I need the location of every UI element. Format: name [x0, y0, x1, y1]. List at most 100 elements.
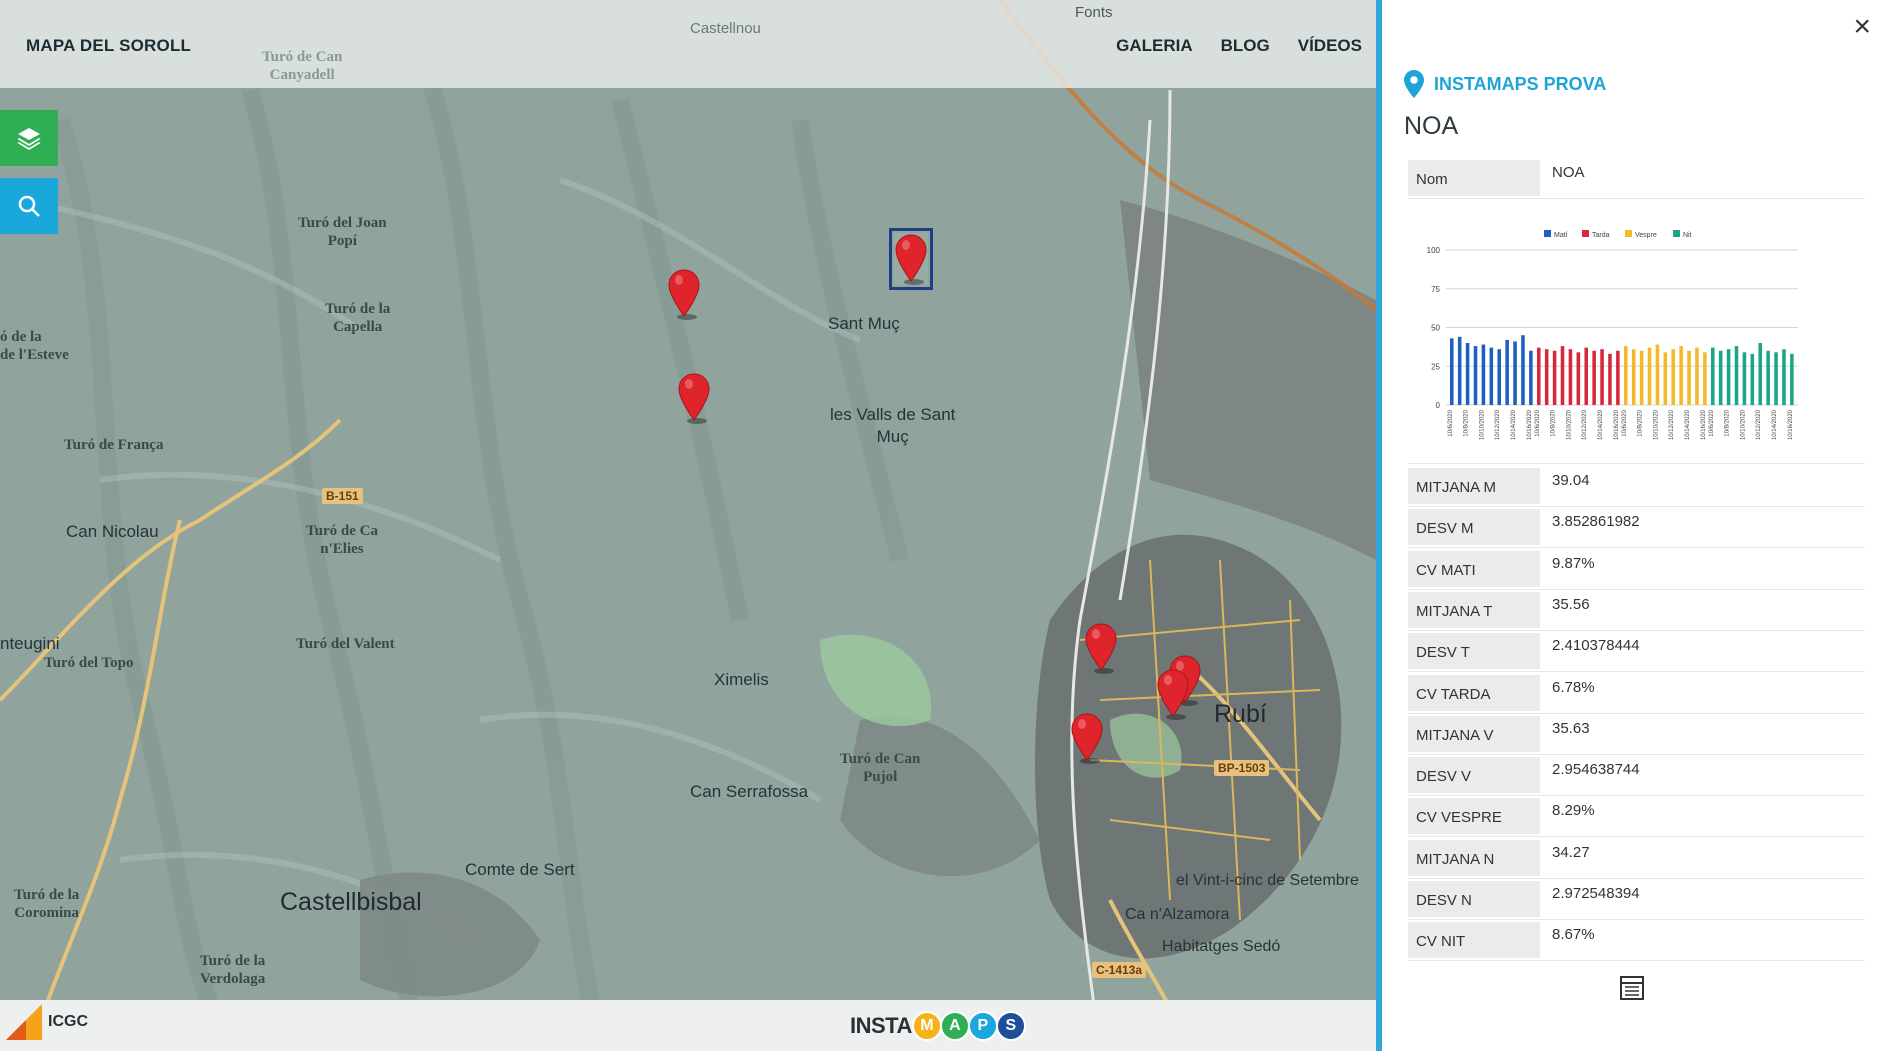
place-label: Turó de Ca n'Elies	[306, 523, 378, 557]
map-marker-icon	[668, 269, 700, 320]
chart-x-tick-label: 10/14/2020	[1598, 409, 1604, 440]
chart-bar	[1537, 347, 1541, 405]
stat-row: CV MATI 9.87%	[1408, 549, 1865, 590]
place-label: Rubí	[1214, 700, 1267, 728]
stat-row: CV TARDA 6.78%	[1408, 673, 1865, 714]
chart-bar	[1552, 350, 1557, 405]
chart-x-tick-label: 10/12/2020	[1495, 409, 1501, 440]
noise-marker[interactable]	[1156, 668, 1190, 720]
road-badge: C-1413a	[1092, 962, 1147, 978]
map-marker-icon	[1071, 713, 1103, 764]
stat-value: 8.29%	[1552, 802, 1595, 820]
layers-button[interactable]	[0, 110, 58, 166]
chart-bar	[1568, 349, 1573, 405]
stat-value: 8.67%	[1552, 926, 1595, 944]
nav-galeria[interactable]: GALERIA	[1116, 36, 1193, 56]
stat-key: MITJANA T	[1408, 591, 1540, 628]
icgc-logo[interactable]: ICGC	[6, 1004, 88, 1040]
chart-bar	[1544, 349, 1549, 405]
map-marker-icon	[1157, 669, 1189, 720]
stat-row: MITJANA T 35.56	[1408, 590, 1865, 631]
instamaps-letter-p: P	[967, 1011, 998, 1041]
chart-bar	[1576, 352, 1581, 405]
chart-x-tick-label: 10/12/2020	[1669, 409, 1675, 440]
icgc-label: ICGC	[48, 1013, 88, 1030]
stat-row: DESV V 2.954638744	[1408, 755, 1865, 797]
stat-key: MITJANA M	[1408, 468, 1540, 504]
chart-bar	[1465, 343, 1470, 405]
place-label: nteugini	[0, 634, 60, 653]
chart-bar	[1655, 344, 1660, 405]
map-pin-icon	[1404, 70, 1424, 98]
noise-bar-chart: 0255075100Matí Tarda Vespre Nit10/6/2020 10/…	[1427, 230, 1798, 440]
search-button[interactable]	[0, 178, 58, 234]
chart-bar	[1647, 347, 1652, 405]
place-label: Castellnou	[690, 20, 761, 37]
instamaps-logo[interactable]: INSTA M A P S	[850, 1011, 1026, 1041]
place-label: Sant Muç	[828, 314, 900, 333]
instamaps-letter-s: S	[995, 1011, 1026, 1041]
place-label: Fonts	[1075, 4, 1113, 21]
chart-x-tick-label: 10/10/2020	[1740, 409, 1746, 440]
place-label: Ca n'Alzamora	[1125, 906, 1230, 923]
nav-blog[interactable]: BLOG	[1221, 36, 1270, 56]
noise-marker[interactable]	[1070, 712, 1104, 764]
chart-legend-label: Vespre	[1635, 232, 1657, 239]
layer-source-label: INSTAMAPS PROVA	[1434, 73, 1607, 94]
place-label: Turó de la Verdolaga	[200, 953, 266, 987]
instamaps-letter-m: M	[911, 1011, 942, 1041]
stat-row: CV VESPRE 8.29%	[1408, 796, 1865, 838]
chart-legend-label: Nit	[1683, 232, 1692, 239]
attribute-value: NOA	[1552, 164, 1585, 181]
place-label: Can Nicolau	[66, 522, 159, 541]
noise-marker[interactable]	[1084, 622, 1118, 674]
instamaps-letter-a: A	[939, 1011, 970, 1041]
place-label: Can Serrafossa	[690, 782, 809, 801]
chart-x-tick-label: 10/16/2020	[1701, 409, 1707, 440]
map-view[interactable]: MAPA DEL SOROLL GALERIA BLOG VÍDEOS Font…	[0, 0, 1376, 1051]
chart-bar	[1457, 336, 1462, 405]
stat-value: 9.87%	[1552, 554, 1595, 572]
chart-bar	[1734, 346, 1739, 405]
noise-marker-selected[interactable]	[889, 228, 933, 290]
stat-key: CV NIT	[1408, 922, 1540, 959]
chart-x-tick-label: 10/16/2020	[1527, 409, 1533, 440]
stat-row: DESV T 2.410378444	[1408, 631, 1865, 673]
close-icon[interactable]: ×	[1853, 12, 1871, 42]
feature-name: NOA	[1404, 112, 1459, 140]
stat-row: MITJANA M 39.04	[1408, 466, 1865, 507]
chart-bar	[1726, 349, 1731, 405]
map-marker-icon	[895, 234, 927, 285]
chart-bar	[1790, 353, 1794, 405]
search-icon	[18, 195, 40, 217]
noise-marker[interactable]	[677, 372, 711, 424]
chart-bar	[1624, 346, 1628, 405]
stat-key: CV VESPRE	[1408, 798, 1540, 835]
main-nav: GALERIA BLOG VÍDEOS	[1116, 36, 1362, 56]
stat-value: 34.27	[1552, 843, 1590, 861]
table-view-button[interactable]	[1620, 976, 1644, 1005]
chart-x-tick-label: 10/16/2020	[1788, 409, 1794, 440]
chart-bar	[1529, 350, 1533, 405]
chart-x-tick-label: 10/16/2020	[1614, 409, 1620, 440]
chart-bar	[1481, 344, 1486, 405]
stat-value: 6.78%	[1552, 678, 1595, 696]
chart-bar	[1592, 350, 1596, 405]
table-icon	[1620, 976, 1644, 1000]
chart-bar	[1663, 352, 1668, 405]
chart-bar	[1608, 353, 1612, 405]
noise-marker[interactable]	[667, 268, 701, 320]
chart-bar	[1695, 347, 1699, 405]
app-title[interactable]: MAPA DEL SOROLL	[26, 36, 191, 56]
nav-videos[interactable]: VÍDEOS	[1298, 36, 1362, 56]
stat-value: 2.410378444	[1552, 637, 1640, 655]
place-label: Turó del Topo	[44, 655, 134, 671]
chart-legend-swatch	[1544, 230, 1551, 237]
divider-line	[1408, 463, 1865, 464]
chart-bar	[1679, 346, 1683, 405]
stat-key: CV TARDA	[1408, 674, 1540, 711]
chart-bar	[1560, 346, 1565, 405]
stat-row: MITJANA N 34.27	[1408, 838, 1865, 879]
stat-value: 35.56	[1552, 595, 1590, 613]
place-label: Turó del Joan Popí	[298, 215, 387, 249]
